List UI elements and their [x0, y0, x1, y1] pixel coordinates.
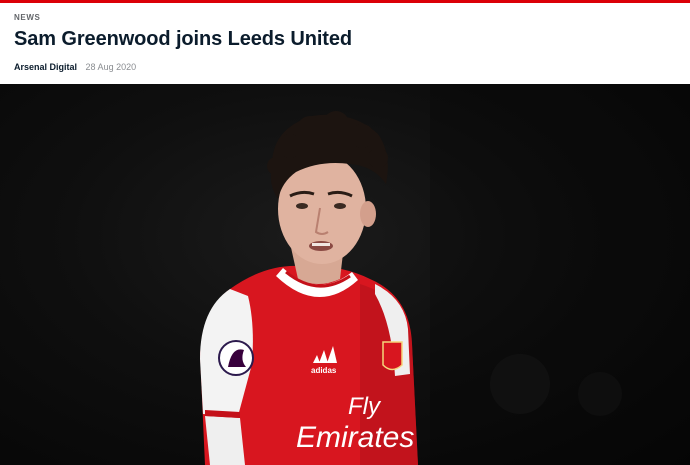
hero-image: adidas Fly Emirates: [0, 84, 690, 465]
article-header: NEWS Sam Greenwood joins Leeds United Ar…: [0, 3, 690, 84]
club-crest-icon: [382, 341, 403, 371]
category-label[interactable]: NEWS: [14, 13, 40, 22]
sponsor-text-line2: Emirates: [296, 421, 414, 454]
page-title: Sam Greenwood joins Leeds United: [14, 28, 352, 50]
author-name[interactable]: Arsenal Digital: [14, 62, 77, 72]
player-photo-illustration: adidas Fly Emirates: [200, 84, 690, 465]
byline: Arsenal Digital 28 Aug 2020: [14, 62, 136, 72]
publish-date: 28 Aug 2020: [85, 62, 137, 72]
sponsor-text-line1: Fly: [348, 393, 382, 420]
kit-brand-text: adidas: [311, 366, 337, 375]
